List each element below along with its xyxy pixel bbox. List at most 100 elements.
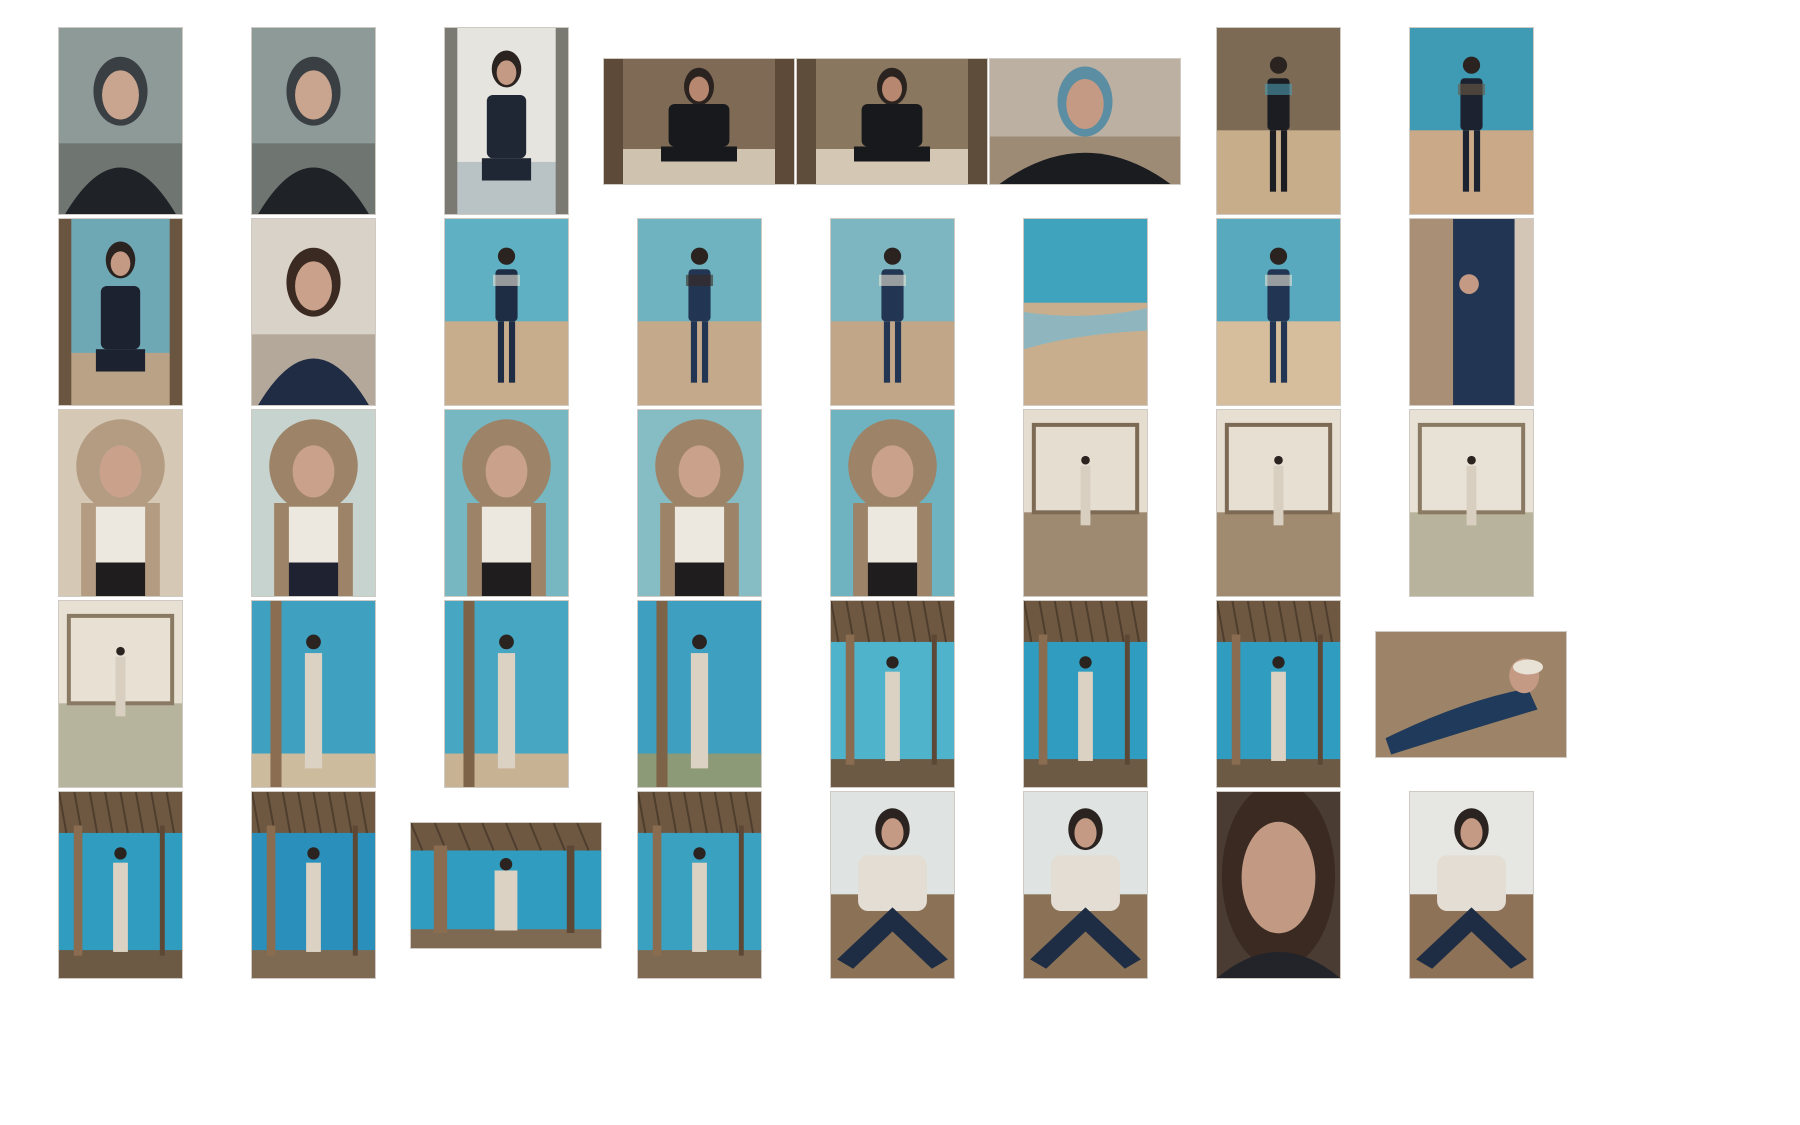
gallery-cell <box>202 583 424 805</box>
photo-image <box>251 28 375 214</box>
gallery-cell <box>974 774 1196 996</box>
gallery-cell <box>202 392 424 614</box>
photo-thumbnail[interactable] <box>1408 27 1534 215</box>
photo-image <box>637 792 761 978</box>
photo-thumbnail[interactable] <box>250 409 376 597</box>
photo-thumbnail[interactable] <box>57 218 183 406</box>
photo-thumbnail[interactable] <box>1022 218 1148 406</box>
photo-image <box>637 219 761 405</box>
photo-image <box>251 601 375 787</box>
photo-thumbnail[interactable] <box>1408 409 1534 597</box>
photo-thumbnail[interactable] <box>636 791 762 979</box>
photo-image <box>604 58 794 184</box>
photo-thumbnail[interactable] <box>443 218 569 406</box>
photo-thumbnail[interactable] <box>636 218 762 406</box>
photo-thumbnail[interactable] <box>603 57 795 185</box>
photo-image <box>990 58 1180 184</box>
photo-thumbnail[interactable] <box>250 27 376 215</box>
photo-image <box>411 822 601 948</box>
photo-image <box>58 219 182 405</box>
photo-image <box>797 58 987 184</box>
photo-image <box>444 219 568 405</box>
photo-thumbnail[interactable] <box>57 600 183 788</box>
photo-thumbnail[interactable] <box>1408 791 1534 979</box>
photo-thumbnail[interactable] <box>1215 409 1341 597</box>
photo-thumbnail[interactable] <box>829 600 955 788</box>
gallery-cell <box>1360 583 1582 805</box>
gallery-cell <box>974 583 1196 805</box>
photo-thumbnail[interactable] <box>1215 600 1341 788</box>
photo-image <box>1409 219 1533 405</box>
photo-thumbnail[interactable] <box>1215 27 1341 215</box>
photo-thumbnail[interactable] <box>250 218 376 406</box>
gallery-cell <box>1360 774 1582 996</box>
photo-thumbnail[interactable] <box>1022 791 1148 979</box>
photo-thumbnail[interactable] <box>1408 218 1534 406</box>
gallery-cell <box>202 201 424 423</box>
gallery-cell <box>781 583 1003 805</box>
photo-thumbnail[interactable] <box>636 409 762 597</box>
photo-image <box>1376 631 1566 757</box>
gallery-cell <box>202 774 424 996</box>
photo-image <box>1023 792 1147 978</box>
gallery-cell <box>781 392 1003 614</box>
photo-image <box>637 601 761 787</box>
gallery-cell <box>395 774 617 996</box>
photo-image <box>444 601 568 787</box>
photo-thumbnail[interactable] <box>989 57 1181 185</box>
photo-thumbnail[interactable] <box>1215 218 1341 406</box>
photo-thumbnail[interactable] <box>829 791 955 979</box>
photo-thumbnail[interactable] <box>1022 409 1148 597</box>
gallery-cell <box>588 10 810 232</box>
gallery-cell <box>202 10 424 232</box>
photo-image <box>1216 219 1340 405</box>
photo-thumbnail[interactable] <box>250 791 376 979</box>
photo-image <box>1216 28 1340 214</box>
photo-thumbnail[interactable] <box>57 791 183 979</box>
photo-thumbnail[interactable] <box>829 218 955 406</box>
photo-image <box>58 601 182 787</box>
photo-image <box>58 410 182 596</box>
photo-thumbnail[interactable] <box>57 27 183 215</box>
photo-image <box>1409 410 1533 596</box>
gallery-cell <box>9 392 231 614</box>
gallery-cell <box>395 201 617 423</box>
photo-thumbnail[interactable] <box>829 409 955 597</box>
gallery-cell <box>1167 392 1389 614</box>
gallery-cell <box>1360 392 1582 614</box>
photo-thumbnail[interactable] <box>796 57 988 185</box>
photo-thumbnail[interactable] <box>1022 600 1148 788</box>
photo-thumbnail[interactable] <box>57 409 183 597</box>
photo-gallery-grid <box>0 0 1800 1125</box>
photo-thumbnail[interactable] <box>250 600 376 788</box>
photo-image <box>830 219 954 405</box>
gallery-cell <box>395 10 617 232</box>
photo-image <box>1216 410 1340 596</box>
gallery-cell <box>588 774 810 996</box>
gallery-cell <box>9 774 231 996</box>
photo-image <box>444 410 568 596</box>
gallery-cell <box>1360 10 1582 232</box>
photo-thumbnail[interactable] <box>443 409 569 597</box>
gallery-cell <box>395 583 617 805</box>
gallery-cell <box>1167 583 1389 805</box>
photo-thumbnail[interactable] <box>1375 630 1567 758</box>
gallery-cell <box>1167 774 1389 996</box>
photo-image <box>251 410 375 596</box>
photo-image <box>830 410 954 596</box>
photo-thumbnail[interactable] <box>443 27 569 215</box>
gallery-cell <box>1167 10 1389 232</box>
gallery-cell <box>974 392 1196 614</box>
photo-thumbnail[interactable] <box>636 600 762 788</box>
photo-image <box>830 792 954 978</box>
photo-image <box>1409 28 1533 214</box>
photo-image <box>1216 601 1340 787</box>
gallery-cell <box>1360 201 1582 423</box>
photo-thumbnail[interactable] <box>410 821 602 949</box>
gallery-cell <box>974 10 1196 232</box>
gallery-cell <box>9 201 231 423</box>
photo-thumbnail[interactable] <box>443 600 569 788</box>
gallery-cell <box>781 201 1003 423</box>
photo-thumbnail[interactable] <box>1215 791 1341 979</box>
photo-image <box>1216 792 1340 978</box>
